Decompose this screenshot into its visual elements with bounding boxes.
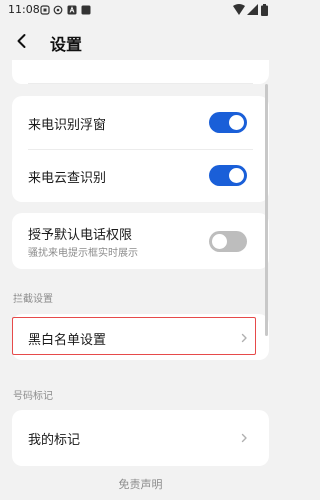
status-time: 11:08 [8,3,40,16]
incoming-float-label: 来电识别浮窗 [28,118,107,133]
wifi-icon [233,4,245,15]
number-marks-card: 我的标记 [12,410,269,466]
page-title: 设置 [50,35,83,54]
chevron-left-icon[interactable] [10,29,34,53]
scrollbar[interactable] [265,84,268,336]
incoming-float-row[interactable]: 来电识别浮窗 [12,96,269,149]
incoming-float-toggle[interactable] [209,112,247,133]
app-bar: 设置 [0,22,281,60]
list-item-blackwhite[interactable]: 黑白名单设置 [12,314,269,360]
cloud-lookup-label: 来电云查识别 [28,171,107,186]
block-settings-card: 黑白名单设置 [12,314,269,360]
previous-settings-card [12,60,269,84]
list-item-my-marks[interactable]: 我的标记 [12,410,269,466]
battery-icon [261,4,268,16]
status-icons-right [233,4,273,16]
section-header-marks: 号码标记 [13,391,53,402]
cloud-lookup-toggle[interactable] [209,165,247,186]
default-phone-toggle[interactable] [209,231,247,252]
default-phone-subtitle: 骚扰来电提示框实时展示 [28,248,138,259]
section-header-block: 拦截设置 [13,294,53,305]
sim-card-icon [40,5,50,15]
blackwhite-list-label: 黑白名单设置 [28,333,107,348]
chevron-right-icon [241,333,247,343]
call-recognition-card: 来电识别浮窗 来电云查识别 [12,96,269,202]
chevron-right-icon [241,433,247,443]
square-notification-icon [81,5,91,15]
default-phone-card: 授予默认电话权限 骚扰来电提示框实时展示 [12,213,269,269]
toggle-knob [229,115,244,130]
toggle-knob [229,168,244,183]
toggle-knob [212,234,227,249]
divider [28,83,253,84]
cellular-signal-icon [247,4,258,15]
default-phone-label: 授予默认电话权限 [28,228,133,243]
disclaimer-link[interactable]: 免责声明 [0,476,281,492]
cloud-lookup-row[interactable]: 来电云查识别 [12,150,269,202]
app-a-icon [67,5,77,15]
my-marks-label: 我的标记 [28,433,81,448]
status-bar: 11:08 [0,0,281,20]
default-phone-row[interactable]: 授予默认电话权限 骚扰来电提示框实时展示 [12,213,269,269]
settings-status-icon [53,5,63,15]
